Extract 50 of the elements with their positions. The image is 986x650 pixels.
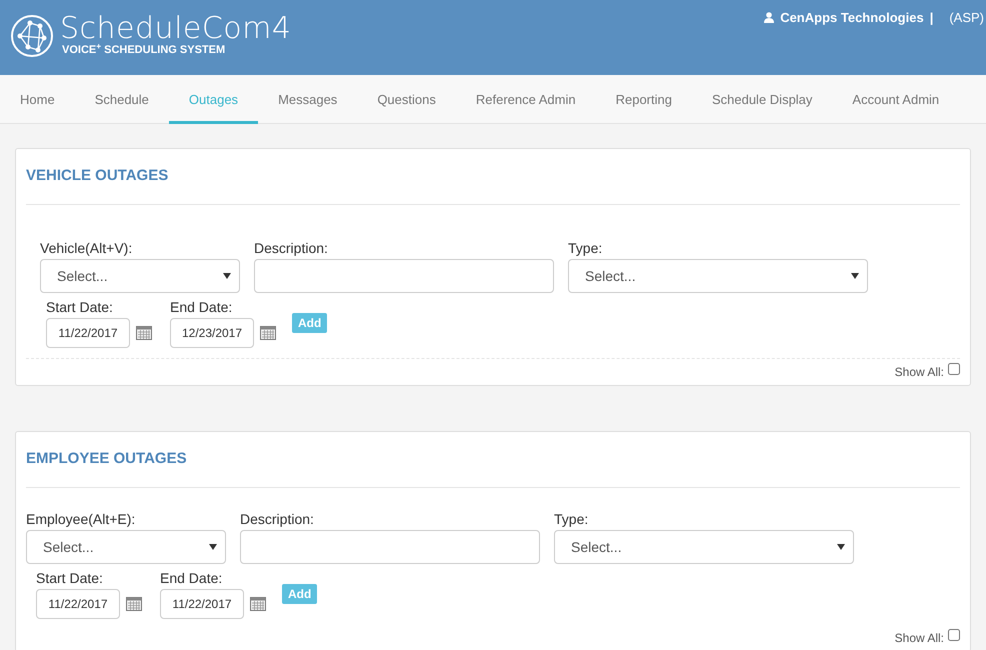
calendar-icon[interactable]	[126, 597, 142, 611]
nav-tab[interactable]: Messages	[258, 75, 358, 124]
nav-tab[interactable]: Questions	[357, 75, 456, 124]
nav-tab[interactable]: Reference Admin	[456, 75, 596, 124]
field-label: End Date:	[160, 569, 224, 588]
company-name: CenApps Technologies	[780, 9, 924, 27]
user-icon	[764, 12, 774, 24]
caret-icon	[209, 544, 217, 550]
field-label: Start Date:	[46, 298, 114, 317]
mode-label: (ASP)	[949, 9, 984, 27]
field-label: Employee(Alt+E):	[26, 510, 136, 529]
nav-tab[interactable]: Account Admin	[832, 75, 960, 124]
caret-icon	[223, 273, 231, 279]
field-label: Start Date:	[36, 569, 104, 588]
select-dropdown[interactable]: Select...	[40, 259, 240, 293]
field-label: Type:	[554, 510, 590, 529]
show-all-label: Show All:	[894, 364, 944, 381]
calendar-icon[interactable]	[250, 597, 266, 611]
show-all-checkbox[interactable]	[948, 629, 960, 641]
section-title: EMPLOYEE OUTAGES	[26, 432, 960, 488]
field-label: Type:	[568, 239, 604, 258]
date-field[interactable]: 11/22/2017	[36, 589, 120, 619]
select-dropdown[interactable]: Select...	[554, 530, 854, 564]
section-title: VEHICLE OUTAGES	[26, 149, 960, 205]
date-field[interactable]: 11/22/2017	[46, 318, 130, 348]
show-all-label: Show All:	[894, 630, 944, 647]
nav-tab[interactable]: Home	[0, 75, 75, 124]
field-label: Vehicle(Alt+V):	[40, 239, 134, 258]
field-label: Description:	[254, 239, 329, 258]
description-field[interactable]	[240, 530, 540, 564]
show-all-checkbox[interactable]	[948, 363, 960, 375]
calendar-icon[interactable]	[260, 326, 276, 340]
nav-tab[interactable]: Reporting	[596, 75, 692, 124]
separator-text: |	[930, 9, 934, 27]
nav-tab[interactable]: Schedule	[74, 75, 169, 124]
nav-tab[interactable]: Schedule Display	[692, 75, 832, 124]
nav-tab[interactable]: Outages	[168, 75, 258, 124]
globe-network-logo-icon	[10, 14, 54, 58]
select-dropdown[interactable]: Select...	[26, 530, 226, 564]
date-field[interactable]: 12/23/2017	[170, 318, 254, 348]
caret-icon	[837, 544, 845, 550]
date-field[interactable]: 11/22/2017	[160, 589, 244, 619]
app-name: ScheduleCom4	[60, 14, 292, 44]
calendar-icon[interactable]	[136, 326, 152, 340]
app-tagline: VOICE$^{+}$ SCHEDULING SYSTEM	[62, 44, 226, 56]
field-label: Description:	[240, 510, 315, 529]
select-dropdown[interactable]: Select...	[568, 259, 868, 293]
field-label: End Date:	[170, 298, 234, 317]
description-field[interactable]	[254, 259, 554, 293]
caret-icon	[851, 273, 859, 279]
